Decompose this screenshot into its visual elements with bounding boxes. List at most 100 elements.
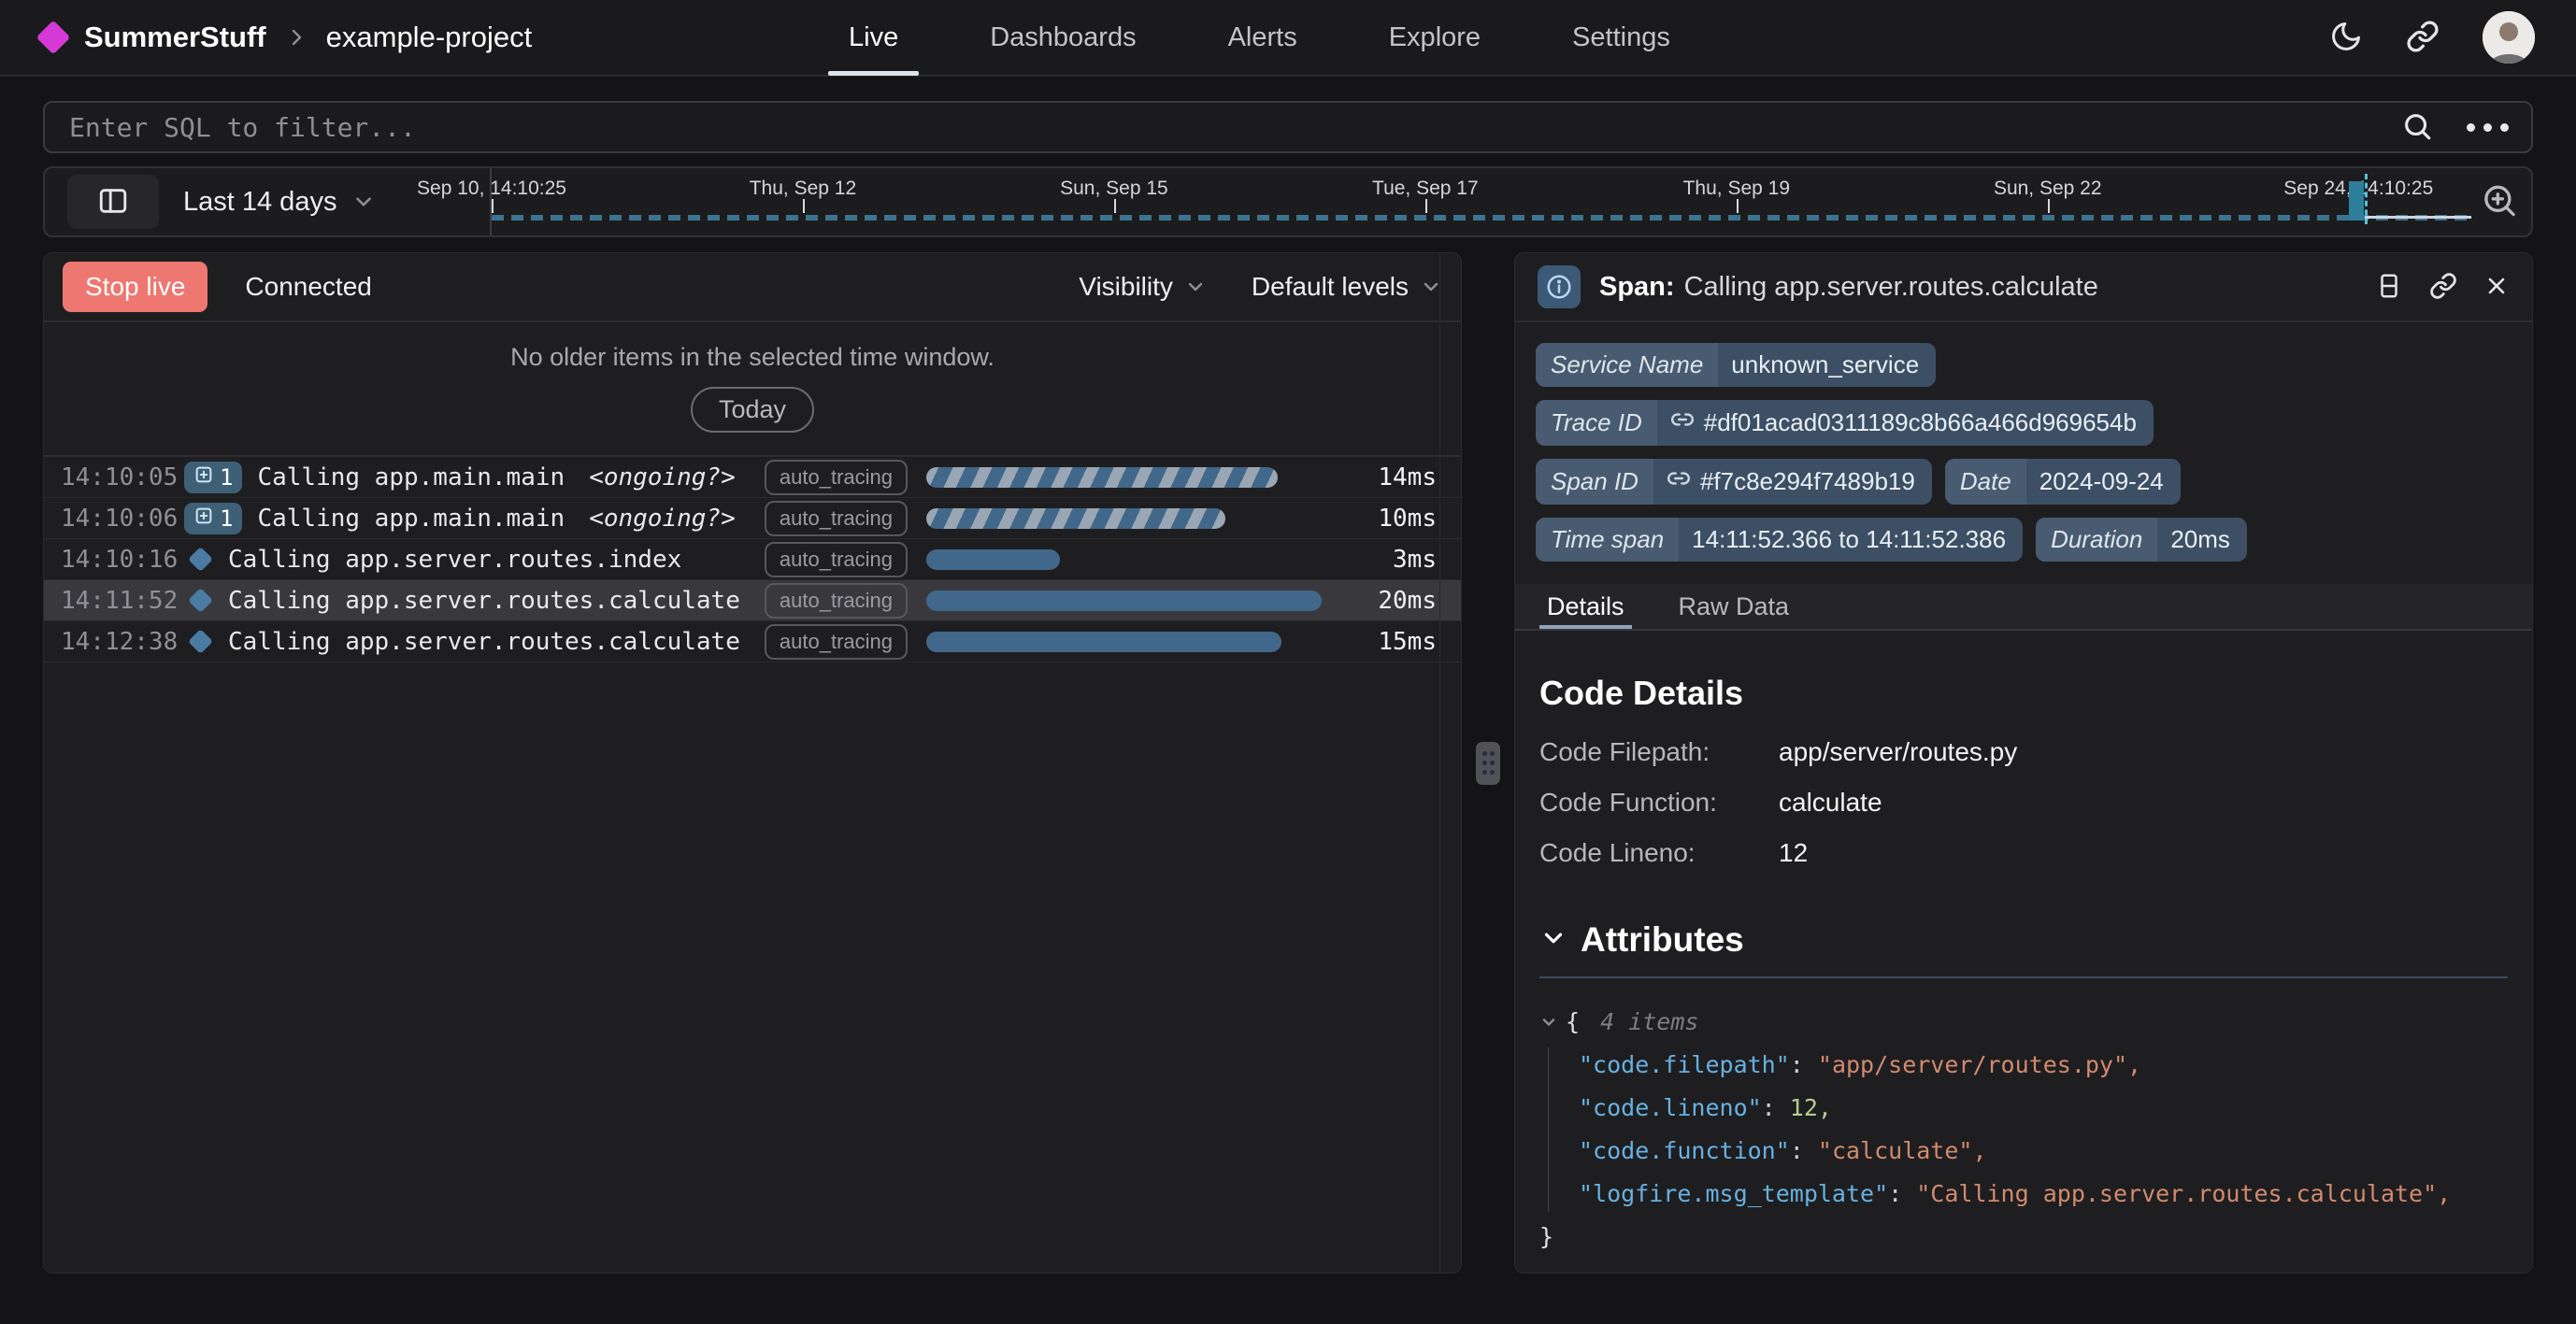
- filter-more-button[interactable]: [2467, 123, 2509, 132]
- list-item[interactable]: 14:10:05 1 Calling app.main.main <ongoin…: [44, 457, 1461, 498]
- span-bar-track: [926, 591, 1330, 611]
- dark-mode-toggle[interactable]: [2329, 20, 2363, 56]
- tab-settings[interactable]: Settings: [1540, 0, 1702, 76]
- sidebar-toggle-button[interactable]: [67, 175, 159, 229]
- link-icon: [2406, 20, 2440, 56]
- plus-square-icon: [193, 505, 214, 532]
- link-icon: [1667, 466, 1691, 497]
- json-entries: "code.filepath": "app/server/routes.py",…: [1539, 1044, 2508, 1216]
- span-title-label: Span:: [1599, 272, 1675, 302]
- timeline-tick-label: Sep 10, 14:10:25: [417, 178, 566, 200]
- collapse-caret-icon[interactable]: [1539, 1013, 1558, 1032]
- brand-diamond-icon[interactable]: [36, 21, 71, 55]
- app-root: SummerStuff example-project Live Dashboa…: [0, 0, 2576, 1324]
- time-range-label: Last 14 days: [183, 187, 336, 218]
- service-name-badge: Service Name unknown_service: [1536, 343, 1936, 387]
- timeline-track[interactable]: Sep 10, 14:10:25 Thu, Sep 12 Sun, Sep 15…: [492, 168, 2471, 235]
- tab-live[interactable]: Live: [817, 0, 930, 76]
- expand-count-badge[interactable]: 1: [184, 462, 242, 493]
- search-icon: [2401, 110, 2433, 145]
- list-item[interactable]: 14:10:16 Calling app.server.routes.index…: [44, 539, 1461, 580]
- grip-handle[interactable]: [1476, 742, 1500, 785]
- json-root-line[interactable]: { 4 items: [1539, 1001, 2508, 1044]
- attributes-section-toggle[interactable]: Attributes: [1539, 920, 2508, 960]
- span-diamond-icon: [188, 547, 213, 572]
- info-circle-icon: [1538, 265, 1581, 308]
- time-range-dropdown[interactable]: Last 14 days: [183, 187, 376, 218]
- stop-live-button[interactable]: Stop live: [63, 262, 208, 312]
- list-item[interactable]: 14:12:38 Calling app.server.routes.calcu…: [44, 621, 1461, 662]
- live-list-header: Stop live Connected Visibility Default l…: [44, 253, 1461, 322]
- timeline-tick-label: Sun, Sep 22: [1994, 178, 2102, 200]
- time-span-badge: Time span 14:11:52.366 to 14:11:52.386: [1536, 518, 2023, 562]
- chevron-down-icon: [1184, 276, 1207, 298]
- tab-details[interactable]: Details: [1539, 584, 1632, 629]
- tab-raw-data[interactable]: Raw Data: [1671, 584, 1797, 629]
- timeline-tick-label: Sun, Sep 15: [1060, 178, 1168, 200]
- copy-link-button[interactable]: [2429, 272, 2457, 303]
- span-duration: 14ms: [1347, 463, 1437, 491]
- timeline-activity-spike: [2349, 181, 2364, 221]
- span-message: Calling app.server.routes.calculate: [228, 628, 740, 656]
- tab-explore[interactable]: Explore: [1357, 0, 1512, 76]
- timeline-bar: Last 14 days Sep 10, 14:10:25 Thu, Sep 1…: [43, 166, 2533, 237]
- span-bar-track: [926, 632, 1330, 652]
- project-name[interactable]: example-project: [326, 21, 533, 54]
- list-item-selected[interactable]: 14:11:52 Calling app.server.routes.calcu…: [44, 580, 1461, 621]
- close-panel-button[interactable]: [2483, 273, 2510, 302]
- tab-dashboards[interactable]: Dashboards: [958, 0, 1167, 76]
- span-duration: 3ms: [1347, 546, 1437, 574]
- span-suffix: <ongoing?>: [589, 463, 736, 491]
- visibility-dropdown[interactable]: Visibility: [1079, 272, 1207, 302]
- chevron-down-icon: [351, 190, 376, 214]
- search-button[interactable]: [2401, 110, 2433, 145]
- empty-window-notice: No older items in the selected time wind…: [44, 322, 1461, 457]
- span-bar: [926, 632, 1281, 652]
- json-entry: "code.lineno": 12,: [1579, 1087, 2508, 1130]
- code-details-grid: Code Filepath: app/server/routes.py Code…: [1539, 737, 2508, 868]
- sql-filter-bar: [43, 101, 2533, 153]
- timeline-tick-label: Thu, Sep 12: [750, 178, 856, 200]
- code-lineno-label: Code Lineno:: [1539, 838, 1779, 868]
- close-icon: [2483, 273, 2510, 302]
- span-message: Calling app.server.routes.calculate: [228, 587, 740, 615]
- span-title: Span:Calling app.server.routes.calculate: [1599, 272, 2098, 303]
- span-diamond-icon: [188, 629, 213, 654]
- span-suffix: <ongoing?>: [589, 505, 736, 533]
- span-message: Calling app.main.main: [257, 505, 565, 533]
- timeline-tick: [1737, 199, 1739, 213]
- panel-split-icon: [2375, 272, 2403, 303]
- breadcrumb: SummerStuff example-project: [41, 21, 565, 54]
- span-bar: [926, 467, 1278, 488]
- tab-alerts[interactable]: Alerts: [1196, 0, 1329, 76]
- link-icon: [1670, 407, 1695, 438]
- plus-square-icon: [193, 464, 214, 491]
- json-entry: "logfire.msg_template": "Calling app.ser…: [1579, 1173, 2508, 1216]
- detail-tabs: Details Raw Data: [1515, 584, 2532, 631]
- default-levels-dropdown[interactable]: Default levels: [1252, 272, 1442, 302]
- sql-filter-input[interactable]: [43, 101, 2533, 153]
- code-function-value: calculate: [1779, 788, 2508, 818]
- code-filepath-value: app/server/routes.py: [1779, 737, 2508, 767]
- brand-name[interactable]: SummerStuff: [84, 21, 266, 54]
- code-function-label: Code Function:: [1539, 788, 1779, 818]
- timeline-zoom-button[interactable]: [2481, 182, 2518, 222]
- share-link-button[interactable]: [2406, 20, 2440, 56]
- timeline-tick: [2048, 199, 2050, 213]
- span-bar: [926, 549, 1060, 570]
- zoom-in-icon: [2481, 182, 2518, 222]
- live-list-panel: Stop live Connected Visibility Default l…: [43, 252, 1462, 1274]
- span-id-badge[interactable]: Span ID #f7c8e294f7489b19: [1536, 459, 1932, 505]
- json-close-brace: }: [1539, 1216, 2508, 1259]
- avatar[interactable]: [2483, 11, 2535, 64]
- span-detail-body: Service Name unknown_service Trace ID #d…: [1515, 322, 2532, 1273]
- span-duration: 10ms: [1347, 505, 1437, 533]
- expand-count-badge[interactable]: 1: [184, 503, 242, 534]
- connection-status: Connected: [245, 272, 371, 302]
- code-filepath-label: Code Filepath:: [1539, 737, 1779, 767]
- list-item[interactable]: 14:10:06 1 Calling app.main.main <ongoin…: [44, 498, 1461, 539]
- trace-id-badge[interactable]: Trace ID #df01acad0311189c8b66a466d96965…: [1536, 400, 2154, 446]
- panel-layout-button[interactable]: [2375, 272, 2403, 303]
- span-bar-track: [926, 508, 1330, 529]
- today-button[interactable]: Today: [691, 387, 814, 433]
